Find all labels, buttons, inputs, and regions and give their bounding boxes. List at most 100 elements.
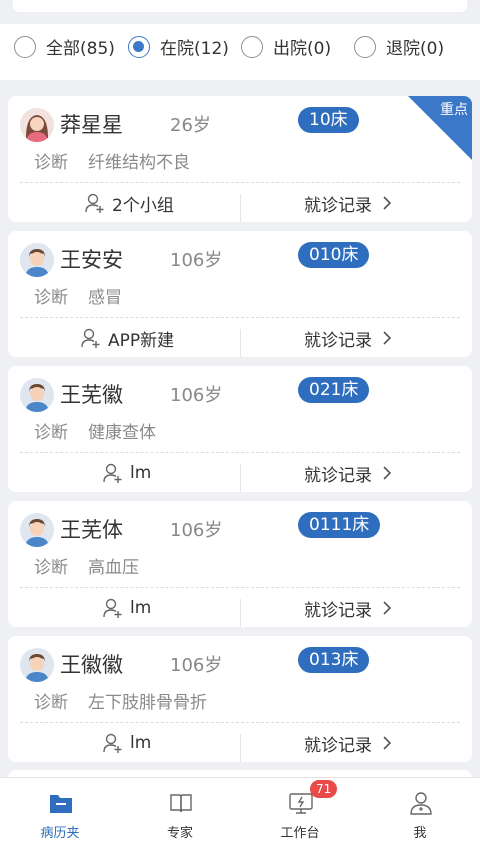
diagnosis-value: 左下肢腓骨骨折: [88, 693, 207, 713]
visit-record-label: 就诊记录: [304, 330, 372, 351]
divider: [240, 464, 241, 492]
patient-card[interactable]: 王安安 106岁 010床 诊断 感冒 APP新建 就诊记录: [8, 231, 472, 357]
radio-checked-icon[interactable]: [128, 35, 150, 58]
filter-all[interactable]: 全部(85): [14, 34, 115, 59]
patient-age: 106岁: [170, 385, 223, 406]
add-user-icon: [85, 193, 104, 213]
tab-workbench[interactable]: 71 工作台: [260, 778, 340, 853]
visit-record-label: 就诊记录: [304, 600, 372, 621]
book-icon: [170, 794, 192, 813]
bottom-tab-bar: 病历夹 专家 71 工作台 我: [0, 777, 480, 853]
chevron-right-icon: [383, 196, 392, 210]
add-user-icon: [103, 733, 122, 753]
bed-badge: 10床: [298, 107, 359, 133]
group-button[interactable]: lm: [102, 728, 151, 758]
chevron-right-icon: [383, 736, 392, 750]
chevron-right-icon: [383, 331, 392, 345]
group-button[interactable]: 2个小组: [84, 188, 174, 218]
visit-record-button[interactable]: 就诊记录: [304, 458, 392, 488]
patient-name: 王芜体: [60, 518, 123, 542]
patient-age: 26岁: [170, 115, 211, 136]
diagnosis-label: 诊断: [34, 288, 68, 308]
patient-age: 106岁: [170, 655, 223, 676]
filter-discharged[interactable]: 出院(0): [241, 34, 331, 59]
patient-name: 莽星星: [60, 113, 123, 137]
divider: [20, 722, 460, 723]
visit-record-button[interactable]: 就诊记录: [304, 728, 392, 758]
divider: [240, 329, 241, 357]
diagnosis-label: 诊断: [34, 693, 68, 713]
add-user-icon: [103, 463, 122, 483]
radio-icon[interactable]: [14, 35, 36, 58]
filter-all-label: 全部(85): [46, 39, 115, 59]
monitor-icon: [289, 793, 313, 814]
male-avatar-icon: [20, 513, 54, 547]
patient-card[interactable]: 王芜徽 106岁 021床 诊断 健康查体 lm 就诊记录: [8, 366, 472, 492]
male-avatar-icon: [20, 648, 54, 682]
divider: [240, 734, 241, 762]
filter-inpatient-label: 在院(12): [160, 39, 229, 59]
tab-me[interactable]: 我: [380, 778, 460, 853]
bed-badge: 010床: [298, 242, 370, 268]
filter-withdrawn[interactable]: 退院(0): [354, 34, 444, 59]
tab-label: 专家: [166, 826, 193, 841]
divider: [20, 317, 460, 318]
group-button[interactable]: lm: [102, 593, 151, 623]
patient-age: 106岁: [170, 520, 223, 541]
radio-icon[interactable]: [354, 35, 376, 58]
diagnosis-value: 健康查体: [88, 423, 156, 443]
tab-medical-records[interactable]: 病历夹: [20, 778, 100, 853]
divider: [20, 182, 460, 183]
patient-age: 106岁: [170, 250, 223, 271]
patient-name: 王芜徽: [60, 383, 123, 407]
group-text: lm: [130, 598, 152, 618]
tab-label: 工作台: [280, 826, 320, 841]
chevron-right-icon: [383, 466, 392, 480]
diagnosis-label: 诊断: [34, 423, 68, 443]
group-text: 2个小组: [112, 195, 174, 216]
radio-icon[interactable]: [241, 35, 263, 58]
visit-record-button[interactable]: 就诊记录: [304, 188, 392, 218]
tab-label: 我: [413, 826, 427, 841]
patient-name: 王安安: [60, 248, 123, 272]
user-icon: [410, 792, 432, 815]
group-button[interactable]: APP新建: [80, 323, 174, 353]
male-avatar-icon: [20, 378, 54, 412]
male-avatar-icon: [20, 243, 54, 277]
group-text: APP新建: [108, 330, 175, 351]
diagnosis-value: 感冒: [88, 288, 122, 308]
visit-record-button[interactable]: 就诊记录: [304, 593, 392, 623]
patient-card[interactable]: 王芜体 106岁 0111床 诊断 高血压 lm 就诊记录: [8, 501, 472, 627]
diagnosis-value: 高血压: [88, 558, 139, 578]
visit-record-label: 就诊记录: [304, 465, 372, 486]
chevron-right-icon: [383, 601, 392, 615]
group-text: lm: [130, 733, 152, 753]
divider: [20, 452, 460, 453]
previous-card-edge: [13, 0, 467, 12]
status-filter-bar: 全部(85) 在院(12) 出院(0) 退院(0): [0, 24, 480, 80]
diagnosis-label: 诊断: [34, 153, 68, 173]
priority-tag: 重点: [440, 102, 468, 118]
divider: [20, 587, 460, 588]
diagnosis-label: 诊断: [34, 558, 68, 578]
add-user-icon: [81, 328, 100, 348]
folder-icon: [50, 795, 72, 813]
filter-withdrawn-label: 退院(0): [386, 39, 445, 59]
visit-record-label: 就诊记录: [304, 195, 372, 216]
filter-discharged-label: 出院(0): [273, 39, 332, 59]
tab-experts[interactable]: 专家: [140, 778, 220, 853]
patient-card[interactable]: 王徽徽 106岁 013床 诊断 左下肢腓骨骨折 lm 就诊记录: [8, 636, 472, 762]
bed-badge: 0111床: [298, 512, 381, 538]
diagnosis-value: 纤维结构不良: [88, 153, 190, 173]
notification-badge: 71: [310, 780, 338, 798]
group-button[interactable]: lm: [102, 458, 151, 488]
tab-label: 病历夹: [40, 826, 80, 841]
group-text: lm: [130, 463, 152, 483]
bed-badge: 021床: [298, 377, 370, 403]
filter-inpatient[interactable]: 在院(12): [128, 34, 229, 59]
visit-record-label: 就诊记录: [304, 735, 372, 756]
visit-record-button[interactable]: 就诊记录: [304, 323, 392, 353]
patient-card[interactable]: 莽星星 26岁 10床 重点 诊断 纤维结构不良 2个小组 就诊记录: [8, 96, 472, 222]
bed-badge: 013床: [298, 647, 370, 673]
patient-name: 王徽徽: [60, 653, 123, 677]
